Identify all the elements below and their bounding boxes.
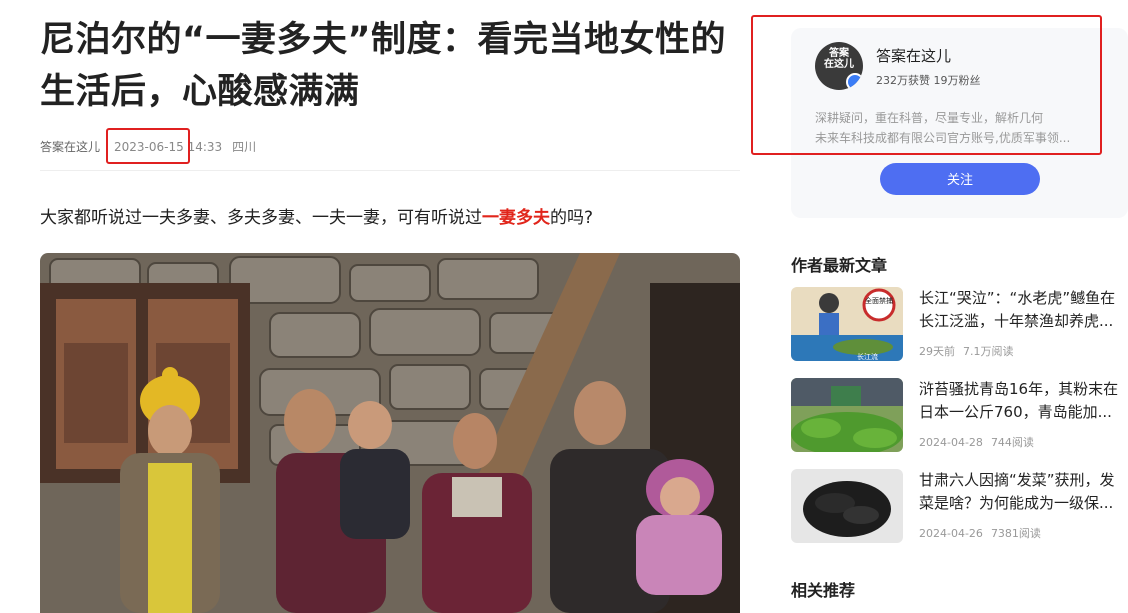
latest-article-reads: 7.1万阅读 <box>963 345 1014 358</box>
follow-button[interactable]: 关注 <box>880 163 1040 195</box>
latest-article-date: 2024-04-26 <box>919 527 983 540</box>
article-author-link[interactable]: 答案在这儿 <box>40 138 100 155</box>
family-photo-illustration <box>40 253 740 613</box>
latest-article-reads: 744阅读 <box>990 436 1034 449</box>
related-heading: 相关推荐 <box>791 581 856 600</box>
latest-article-item[interactable]: 浒苔骚扰青岛16年，其粉末在日本一公斤760，青岛能加... 2024-04-2… <box>791 378 1128 456</box>
thumb-badge-text: 全面禁捕 <box>865 296 893 305</box>
latest-articles-heading: 作者最新文章 <box>791 256 888 275</box>
article-photo <box>40 253 740 613</box>
latest-article-date: 29天前 <box>919 345 955 358</box>
intro-highlight: 一妻多夫 <box>482 208 550 228</box>
intro-text-after: 的吗? <box>550 208 594 228</box>
latest-article-meta: 29天前 7.1万阅读 <box>919 343 1014 359</box>
latest-article-item[interactable]: 全面禁捕 长江流 长江“哭泣”：“水老虎”鳡鱼在长江泛滥，十年禁渔却养虎... … <box>791 287 1128 365</box>
latest-article-reads: 7381阅读 <box>990 527 1041 540</box>
date-annotation-box <box>106 128 190 164</box>
author-annotation-box <box>751 15 1102 155</box>
article-title: 尼泊尔的“一妻多夫”制度：看完当地女性的生活后，心酸感满满 <box>40 20 727 112</box>
intro-text-before: 大家都听说过一夫多妻、多夫多妻、一夫一妻，可有听说过 <box>40 208 482 228</box>
latest-article-title[interactable]: 甘肃六人因摘“发菜”获刑，发菜是啥？为何能成为一级保... <box>919 469 1128 515</box>
latest-article-date: 2024-04-28 <box>919 436 983 449</box>
article-thumbnail: 全面禁捕 长江流 <box>791 287 903 361</box>
latest-article-title[interactable]: 浒苔骚扰青岛16年，其粉末在日本一公斤760，青岛能加... <box>919 378 1128 424</box>
thumb-label-text: 长江流 <box>857 352 878 361</box>
hair-moss-thumbnail-icon <box>791 469 903 543</box>
latest-article-meta: 2024-04-26 7381阅读 <box>919 525 1041 541</box>
article-intro: 大家都听说过一夫多妻、多夫多妻、一夫一妻，可有听说过一妻多夫的吗? <box>40 203 593 228</box>
article-thumbnail <box>791 378 903 452</box>
title-divider <box>40 170 740 171</box>
cartoon-fish-thumbnail-icon: 全面禁捕 长江流 <box>791 287 903 361</box>
article-location: 四川 <box>232 140 257 154</box>
latest-article-item[interactable]: 甘肃六人因摘“发菜”获刑，发菜是啥？为何能成为一级保... 2024-04-26… <box>791 469 1128 547</box>
latest-article-title[interactable]: 长江“哭泣”：“水老虎”鳡鱼在长江泛滥，十年禁渔却养虎... <box>919 287 1128 333</box>
algae-thumbnail-icon <box>791 378 903 452</box>
latest-article-meta: 2024-04-28 744阅读 <box>919 434 1034 450</box>
article-thumbnail <box>791 469 903 543</box>
